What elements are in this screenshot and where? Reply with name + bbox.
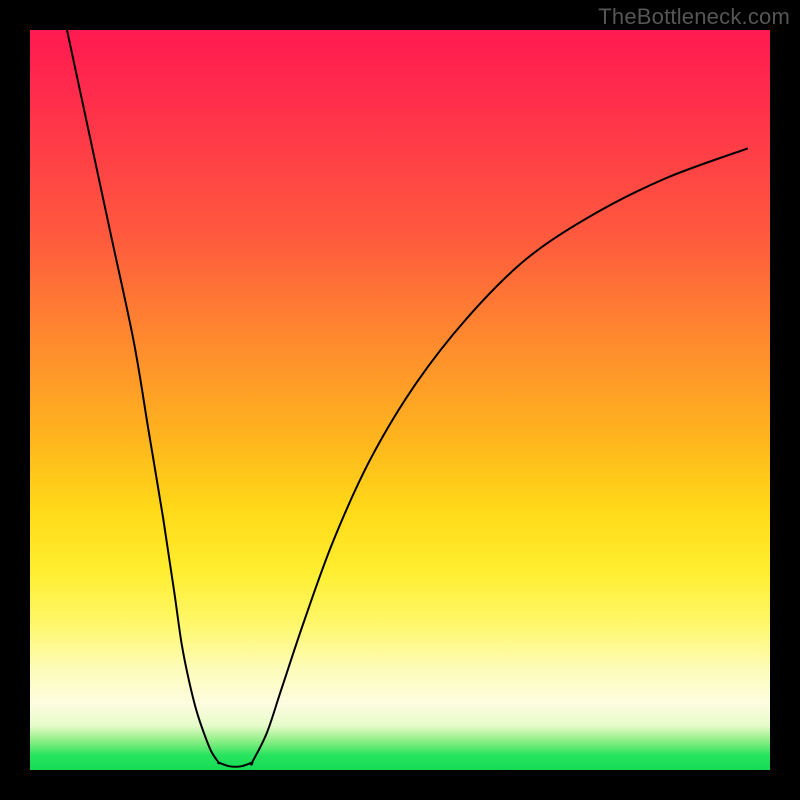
marker-blob xyxy=(267,683,273,708)
marker-blob xyxy=(282,624,288,649)
plot-area xyxy=(30,30,770,770)
curve-layer xyxy=(30,30,770,770)
outer-frame: TheBottleneck.com xyxy=(0,0,800,800)
marker-blob xyxy=(275,654,281,679)
marker-blob xyxy=(290,595,296,620)
watermark-text: TheBottleneck.com xyxy=(598,4,790,30)
bottleneck-curve xyxy=(67,30,748,767)
blob-group xyxy=(176,587,296,768)
